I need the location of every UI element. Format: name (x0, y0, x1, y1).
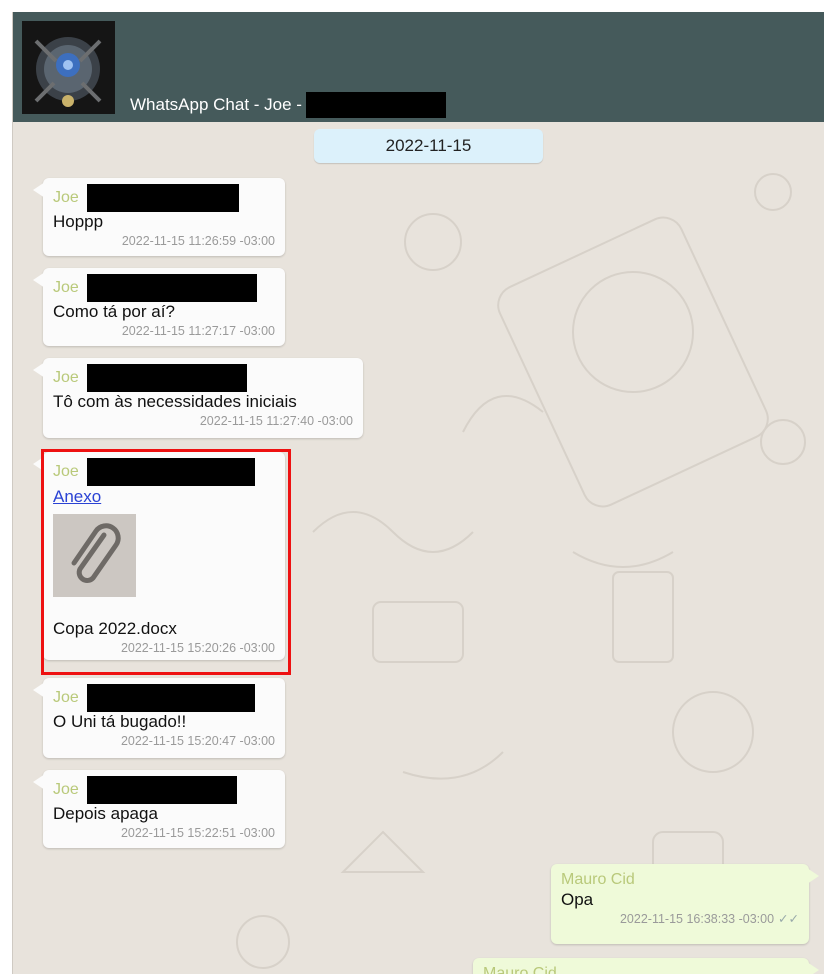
redaction-bar (86, 274, 257, 302)
redaction-bar (86, 776, 237, 804)
chat-header: WhatsApp Chat - Joe - (13, 12, 824, 122)
redaction-bar (86, 684, 255, 712)
message-text: Depois apaga (53, 804, 158, 823)
message-text: Hoppp (53, 212, 104, 231)
message-timestamp: 2022-11-15 16:38:33 -03:00 ✓✓ (619, 912, 799, 926)
message-bubble[interactable]: Joe Tô com às necessidades iniciais 2022… (33, 358, 363, 438)
sender-name: Joe (53, 274, 275, 302)
avatar[interactable] (22, 21, 115, 114)
sender-name: Joe (53, 184, 275, 212)
redaction-bar (86, 184, 239, 212)
message-timestamp: 2022-11-15 15:20:47 -03:00 (120, 734, 275, 748)
message-text: Como tá por aí? (53, 302, 175, 321)
sender-name: Joe (53, 364, 353, 392)
sender-name: Mauro Cid (483, 965, 557, 974)
outgoing-message-bubble[interactable]: Mauro Cid Opa 2022-11-15 16:38:33 -03:00… (551, 864, 819, 944)
redaction-bar (305, 92, 446, 118)
double-check-icon: ✓✓ (778, 912, 799, 926)
sender-name: Joe (53, 776, 275, 804)
sender-name: Mauro Cid (561, 871, 635, 888)
message-timestamp: 2022-11-15 11:27:17 -03:00 (121, 324, 275, 338)
message-text: Opa (561, 890, 594, 909)
outgoing-message-bubble[interactable]: Mauro Cid (473, 958, 819, 974)
message-timestamp: 2022-11-15 15:22:51 -03:00 (120, 826, 275, 840)
message-timestamp: 2022-11-15 11:27:40 -03:00 (199, 414, 353, 428)
sender-name: Joe (53, 684, 275, 712)
message-text: O Uni tá bugado!! (53, 712, 187, 731)
chat-title-text: WhatsApp Chat - Joe - (130, 95, 302, 114)
message-timestamp: 2022-11-15 11:26:59 -03:00 (121, 234, 275, 248)
message-bubble[interactable]: Joe Como tá por aí? 2022-11-15 11:27:17 … (33, 268, 285, 346)
chat-title: WhatsApp Chat - Joe - (130, 92, 446, 118)
message-bubble[interactable]: Joe O Uni tá bugado!! 2022-11-15 15:20:4… (33, 678, 285, 758)
redaction-bar (86, 364, 247, 392)
date-separator: 2022-11-15 (314, 129, 543, 163)
message-text: Tô com às necessidades iniciais (53, 392, 297, 411)
message-bubble[interactable]: Joe Hoppp 2022-11-15 11:26:59 -03:00 (33, 178, 285, 256)
chat-window: WhatsApp Chat - Joe - 2022-11-15 Joe Hop… (12, 12, 824, 974)
message-bubble[interactable]: Joe Depois apaga 2022-11-15 15:22:51 -03… (33, 770, 285, 848)
highlight-box (41, 449, 291, 675)
